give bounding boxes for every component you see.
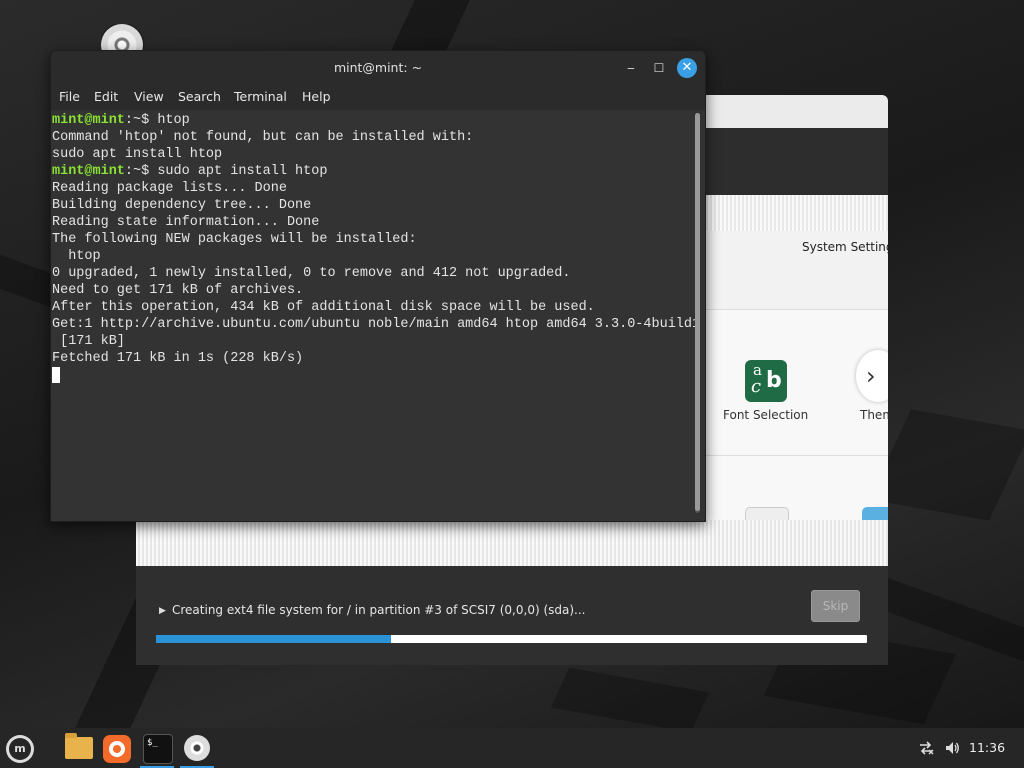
files-icon[interactable] [60,731,94,765]
installer-status-text: Creating ext4 file system for / in parti… [172,603,586,617]
font-selection-icon[interactable]: acb [745,360,787,402]
system-settings-header: System Settings [704,231,888,310]
terminal-line: After this operation, 434 kB of addition… [52,300,595,315]
terminal-line: Fetched 171 kB in 1s (228 kB/s) [52,351,304,366]
minimize-icon[interactable]: ‒ [621,58,641,78]
terminal-prompt: mint@mint [52,164,125,179]
volume-icon[interactable] [944,740,960,756]
menu-file[interactable]: File [59,89,80,104]
expand-arrow-icon[interactable]: ▶ [159,606,166,616]
terminal-line: sudo apt install htop [52,147,223,162]
terminal-line: Reading package lists... Done [52,181,287,196]
terminal-scrollbar[interactable] [695,113,700,513]
terminal-icon-text: $_ [147,738,158,748]
terminal-line: [171 kB] [52,334,125,349]
terminal-line: htop [52,249,101,264]
terminal-line: Command 'htop' not found, but can be ins… [52,130,474,145]
terminal-icon[interactable]: $_ [140,731,174,768]
terminal-menubar: File Edit View Search Terminal Help [51,84,705,110]
mint-menu-icon[interactable]: m [6,735,34,763]
terminal-line: mint@mint:~$ sudo apt install htop [52,164,328,179]
terminal-line: 0 upgraded, 1 newly installed, 0 to remo… [52,266,571,281]
menu-help[interactable]: Help [302,89,331,104]
terminal-titlebar[interactable]: mint@mint: ~ ‒ ☐ ✕ [51,51,705,84]
skip-button[interactable]: Skip [811,590,860,622]
system-settings-title: System Settings [802,240,888,254]
themes-label: Them [860,408,888,422]
scrollbar-thumb[interactable] [695,113,700,511]
maximize-icon[interactable]: ☐ [649,58,669,78]
terminal-line: Reading state information... Done [52,215,320,230]
terminal-line: Get:1 http://archive.ubuntu.com/ubuntu n… [52,317,701,332]
installer-status-bar: ▶ Creating ext4 file system for / in par… [136,570,888,665]
menu-edit[interactable]: Edit [94,89,118,104]
close-icon[interactable]: ✕ [677,58,697,78]
terminal-output[interactable]: mint@mint:~$ htop Command 'htop' not foun… [51,110,700,521]
menu-view[interactable]: View [134,89,164,104]
terminal-line: Building dependency tree... Done [52,198,312,213]
disc-icon[interactable] [180,731,214,768]
taskbar: m $_ 11:36 [0,728,1024,768]
terminal-prompt: mint@mint [52,113,125,128]
clock[interactable]: 11:36 [969,740,1005,755]
font-selection-label: Font Selection [723,408,809,422]
terminal-line: Need to get 171 kB of archives. [52,283,304,298]
terminal-line: The following NEW packages will be insta… [52,232,417,247]
installer-slideshow-border [136,520,888,566]
terminal-window[interactable]: mint@mint: ~ ‒ ☐ ✕ File Edit View Search… [50,50,706,522]
install-progress-bar [156,635,867,643]
firefox-icon[interactable] [100,731,134,765]
terminal-cursor [52,367,60,383]
install-progress-fill [156,635,391,643]
menu-search[interactable]: Search [178,89,221,104]
terminal-line: mint@mint:~$ htop [52,113,190,128]
terminal-title: mint@mint: ~ [333,60,423,75]
network-icon[interactable] [918,740,934,756]
menu-terminal[interactable]: Terminal [234,89,287,104]
divider [704,455,888,456]
